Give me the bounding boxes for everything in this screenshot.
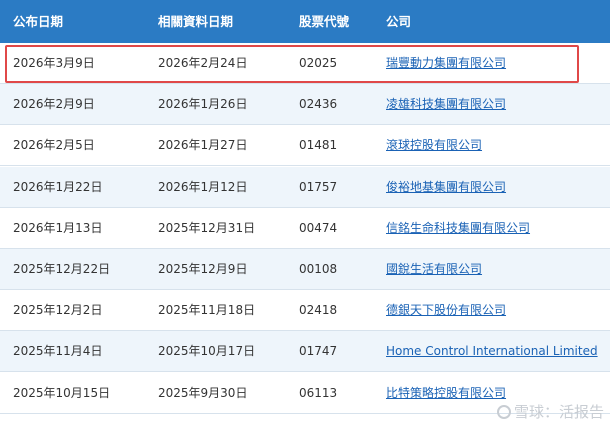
highlight-box xyxy=(5,45,579,83)
announce-date-cell: 2026年2月9日 xyxy=(13,97,95,112)
doc-date-cell: 2025年9月30日 xyxy=(158,385,248,400)
doc-date-cell: 2025年10月17日 xyxy=(158,344,256,359)
announce-date-cell: 2026年1月22日 xyxy=(13,179,103,194)
doc-date-cell: 2026年1月26日 xyxy=(158,97,248,112)
company-link[interactable]: 凌雄科技集團有限公司 xyxy=(386,84,506,125)
company-link[interactable]: Home Control International Limited xyxy=(386,331,598,372)
table-row: 2025年12月22日 2025年12月9日 00108 國銳生活有限公司 xyxy=(0,249,610,290)
announce-date-cell: 2025年10月15日 xyxy=(13,385,111,400)
snowball-logo-icon xyxy=(496,405,511,419)
announce-date-cell: 2026年1月13日 xyxy=(13,220,103,235)
stock-code-cell: 06113 xyxy=(299,385,338,400)
header-company[interactable]: 公司 xyxy=(386,0,411,43)
watermark: 雪球：活报告 xyxy=(496,401,604,422)
table-row: 2025年12月2日 2025年11月18日 02418 德銀天下股份有限公司 xyxy=(0,290,610,332)
announce-date-cell: 2025年12月2日 xyxy=(13,303,103,318)
doc-date-cell: 2026年1月12日 xyxy=(158,179,248,194)
company-link[interactable]: 俊裕地基集團有限公司 xyxy=(386,167,506,208)
stock-code-cell: 02418 xyxy=(299,303,338,318)
stock-code-cell: 01747 xyxy=(299,344,338,359)
stock-code-cell: 00108 xyxy=(299,262,338,276)
doc-date-cell: 2025年12月9日 xyxy=(158,262,248,276)
header-doc-date[interactable]: 相關資料日期 xyxy=(158,0,233,43)
table-row: 2025年11月4日 2025年10月17日 01747 Home Control I… xyxy=(0,331,610,373)
table-row: 2026年1月22日 2026年1月12日 01757 俊裕地基集團有限公司 xyxy=(0,166,610,208)
table-row: 2026年1月13日 2025年12月31日 00474 信銘生命科技集團有限公司 xyxy=(0,208,610,249)
company-link[interactable]: 信銘生命科技集團有限公司 xyxy=(386,208,530,249)
company-link[interactable]: 國銳生活有限公司 xyxy=(386,249,482,290)
announce-date-cell: 2025年12月22日 xyxy=(13,262,111,276)
header-stock-code[interactable]: 股票代號 xyxy=(299,0,349,43)
table-row: 2026年2月9日 2026年1月26日 02436 凌雄科技集團有限公司 xyxy=(0,84,610,126)
company-link[interactable]: 德銀天下股份有限公司 xyxy=(386,290,506,331)
announce-date-cell: 2026年2月5日 xyxy=(13,138,95,153)
watermark-text: 雪球：活报告 xyxy=(513,403,604,421)
table-header: 公布日期 相關資料日期 股票代號 公司 xyxy=(0,0,610,43)
header-announce-date[interactable]: 公布日期 xyxy=(13,0,63,43)
table-row: 2026年2月5日 2026年1月27日 01481 滾球控股有限公司 xyxy=(0,125,610,167)
doc-date-cell: 2026年1月27日 xyxy=(158,138,248,153)
stock-code-cell: 01757 xyxy=(299,179,338,194)
doc-date-cell: 2025年11月18日 xyxy=(158,303,256,318)
announce-date-cell: 2025年11月4日 xyxy=(13,344,103,359)
stock-code-cell: 00474 xyxy=(299,220,338,235)
company-link[interactable]: 滾球控股有限公司 xyxy=(386,125,482,166)
company-link[interactable]: 比特策略控股有限公司 xyxy=(386,373,506,414)
stock-code-cell: 02436 xyxy=(299,97,338,112)
stock-code-cell: 01481 xyxy=(299,138,338,153)
doc-date-cell: 2025年12月31日 xyxy=(158,220,256,235)
